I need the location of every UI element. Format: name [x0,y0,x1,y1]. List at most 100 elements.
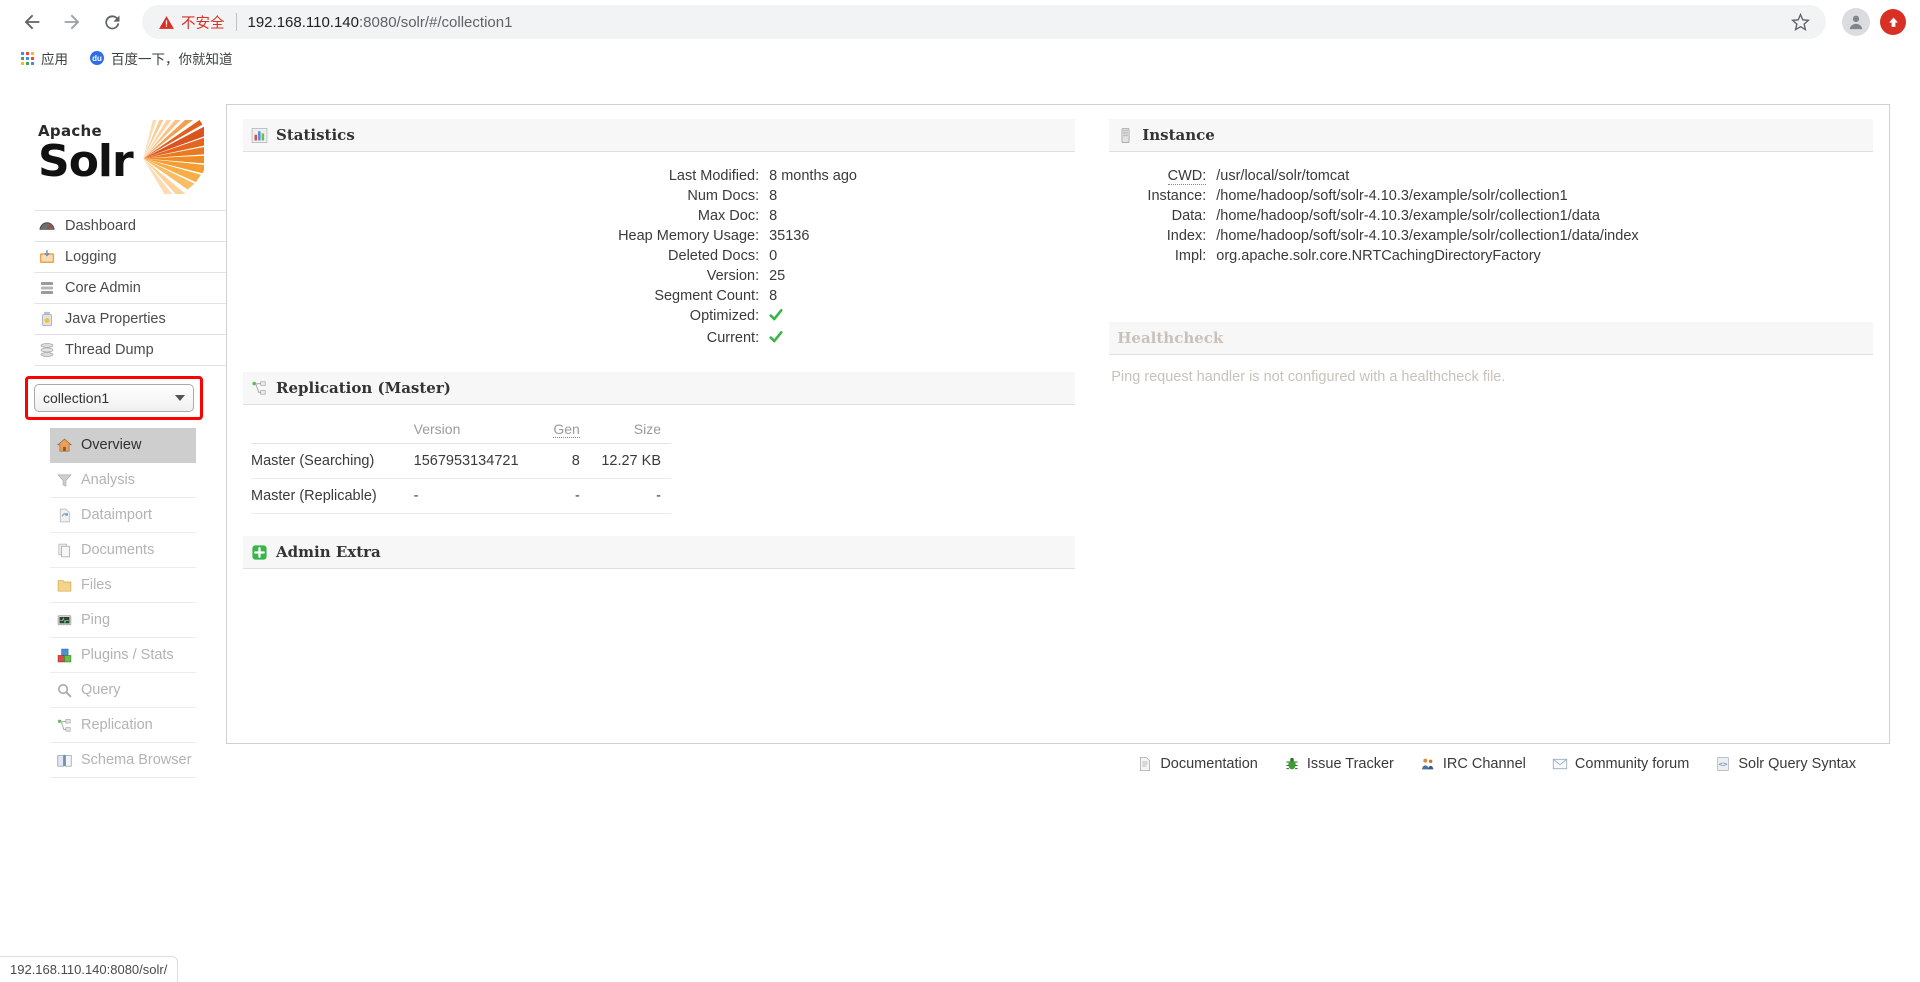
admin-extra-title: Admin Extra [276,543,381,561]
stat-row: Heap Memory Usage: 35136 [243,226,1075,246]
stat-value: 8 months ago [769,168,857,184]
sidebar-item-java-properties[interactable]: Java Properties [34,304,226,335]
home-icon [56,438,73,452]
instance-row: Data: /home/hadoop/soft/solr-4.10.3/exam… [1109,206,1873,226]
instance-value: /usr/local/solr/tomcat [1216,168,1350,184]
sidebar-item-query[interactable]: Query [50,673,196,708]
footer-link-label: Solr Query Syntax [1738,756,1856,772]
sidebar-item-schema-browser[interactable]: Schema Browser [50,743,196,778]
sidebar-item-label: Overview [81,437,142,453]
row-size: - [589,478,671,514]
solr-logo-text: Apache Solr [38,124,134,187]
table-row: Master (Searching) 1567953134721 8 12.27… [251,443,671,479]
instance-key: Data: [1171,208,1207,224]
svg-text:<>: <> [1719,760,1728,769]
people-icon [1421,758,1434,770]
dashboard-gauge-icon [39,222,55,230]
sidebar-item-dashboard[interactable]: Dashboard [34,211,226,242]
solr-app: Apache Solr Dashboard Logging Core Admin… [0,104,1920,778]
instance-value: org.apache.solr.core.NRTCachingDirectory… [1216,248,1541,264]
replication-nodes-icon [57,718,71,732]
overview-panel: Statistics Last Modified: 8 months ago N… [226,104,1890,744]
row-label: Master (Replicable) [251,478,414,514]
bookmark-star-icon[interactable] [1779,12,1810,32]
footer-link-label: Community forum [1574,756,1690,772]
sidebar: Apache Solr Dashboard Logging Core Admin… [0,104,226,778]
update-arrow-icon[interactable] [1880,9,1906,35]
stat-flag-row: Current: [243,328,1075,350]
bookmark-baidu[interactable]: du 百度一下，你就知道 [83,45,240,71]
instance-key: Index: [1166,228,1207,244]
collection-selector[interactable]: collection1 [34,384,194,412]
stat-key: Deleted Docs: [668,248,760,264]
forward-arrow-icon[interactable] [54,4,90,40]
stat-key: Num Docs: [687,188,760,204]
book-icon [57,754,72,767]
sidebar-item-documents[interactable]: Documents [50,533,196,568]
instance-value: /home/hadoop/soft/solr-4.10.3/example/so… [1216,208,1600,224]
row-size: 12.27 KB [589,443,671,479]
row-label: Master (Searching) [251,443,414,479]
url-host: 192.168.110.140 [247,13,360,31]
footer-link-solr-query-syntax[interactable]: <> Solr Query Syntax [1715,756,1856,772]
stat-value: 0 [769,248,778,264]
toolbar-right [1830,8,1906,36]
instance-row: Index: /home/hadoop/soft/solr-4.10.3/exa… [1109,226,1873,246]
instance-server-icon [1121,127,1130,143]
footer-link-issue-tracker[interactable]: Issue Tracker [1284,756,1394,772]
footer-link-community-forum[interactable]: Community forum [1552,756,1689,772]
sidebar-item-label: Analysis [81,472,135,488]
collection-selector-value: collection1 [43,390,110,406]
browser-chrome: 不安全 192.168.110.140:8080/solr/#/collecti… [0,0,1920,73]
bug-icon [1286,757,1298,770]
solr-sunburst-icon [143,120,204,194]
sidebar-item-dataimport[interactable]: Dataimport [50,498,196,533]
footer-link-label: Documentation [1160,756,1258,772]
bookmark-apps[interactable]: 应用 [14,45,75,71]
url-text[interactable]: 192.168.110.140:8080/solr/#/collection1 [248,14,513,31]
magnifier-icon [58,683,72,698]
reload-icon[interactable] [94,4,130,40]
footer-link-documentation[interactable]: Documentation [1137,756,1258,772]
bookmark-baidu-label: 百度一下，你就知道 [111,52,233,67]
sidebar-item-plugins-stats[interactable]: Plugins / Stats [50,638,196,673]
back-arrow-icon[interactable] [14,4,50,40]
dataimport-icon [59,508,70,522]
col-label [251,417,414,444]
java-properties-jar-icon [42,311,52,327]
footer-link-irc-channel[interactable]: IRC Channel [1420,756,1526,772]
content-area: Statistics Last Modified: 8 months ago N… [226,104,1920,772]
replication-table: Version Gen Size Master (Searching) 1567… [251,417,671,514]
stat-key: Max Doc: [697,208,760,224]
sidebar-item-ping[interactable]: Ping [50,603,196,638]
sidebar-item-label: Dataimport [81,507,152,523]
sidebar-item-core-admin[interactable]: Core Admin [34,273,226,304]
admin-extra-header[interactable]: Admin Extra [243,536,1076,569]
sidebar-item-files[interactable]: Files [50,568,196,603]
profile-avatar-icon[interactable] [1842,8,1870,36]
solr-logo[interactable]: Apache Solr [34,104,226,196]
stat-key: Last Modified: [668,168,760,184]
omnibox[interactable]: 不安全 192.168.110.140:8080/solr/#/collecti… [142,5,1826,39]
browser-status-bar: 192.168.110.140:8080/solr/ [0,956,179,982]
instance-impl-row: Impl: org.apache.solr.core.NRTCachingDir… [1109,246,1873,266]
sidebar-item-label: Plugins / Stats [81,647,174,663]
sidebar-item-overview[interactable]: Overview [50,428,196,463]
logo-solr-text: Solr [38,136,134,187]
sidebar-subnav: Overview Analysis Dataimport Documents F… [50,428,196,778]
security-warning[interactable]: 不安全 [158,12,225,33]
sidebar-item-logging[interactable]: Logging [34,242,226,273]
sidebar-item-label: Core Admin [65,280,141,296]
instance-key: CWD: [1167,168,1207,185]
status-bar-text: 192.168.110.140:8080/solr/ [10,962,168,977]
collection-selector-wrap: collection1 [25,376,203,420]
sidebar-item-thread-dump[interactable]: Thread Dump [34,335,226,366]
stat-value [769,328,1075,350]
replication-header: Replication (Master) [243,372,1076,405]
sidebar-item-replication[interactable]: Replication [50,708,196,743]
sidebar-item-analysis[interactable]: Analysis [50,463,196,498]
sidebar-item-label: Dashboard [65,218,136,234]
healthcheck-title: Healthcheck [1117,329,1224,347]
browser-toolbar: 不安全 192.168.110.140:8080/solr/#/collecti… [0,0,1920,44]
